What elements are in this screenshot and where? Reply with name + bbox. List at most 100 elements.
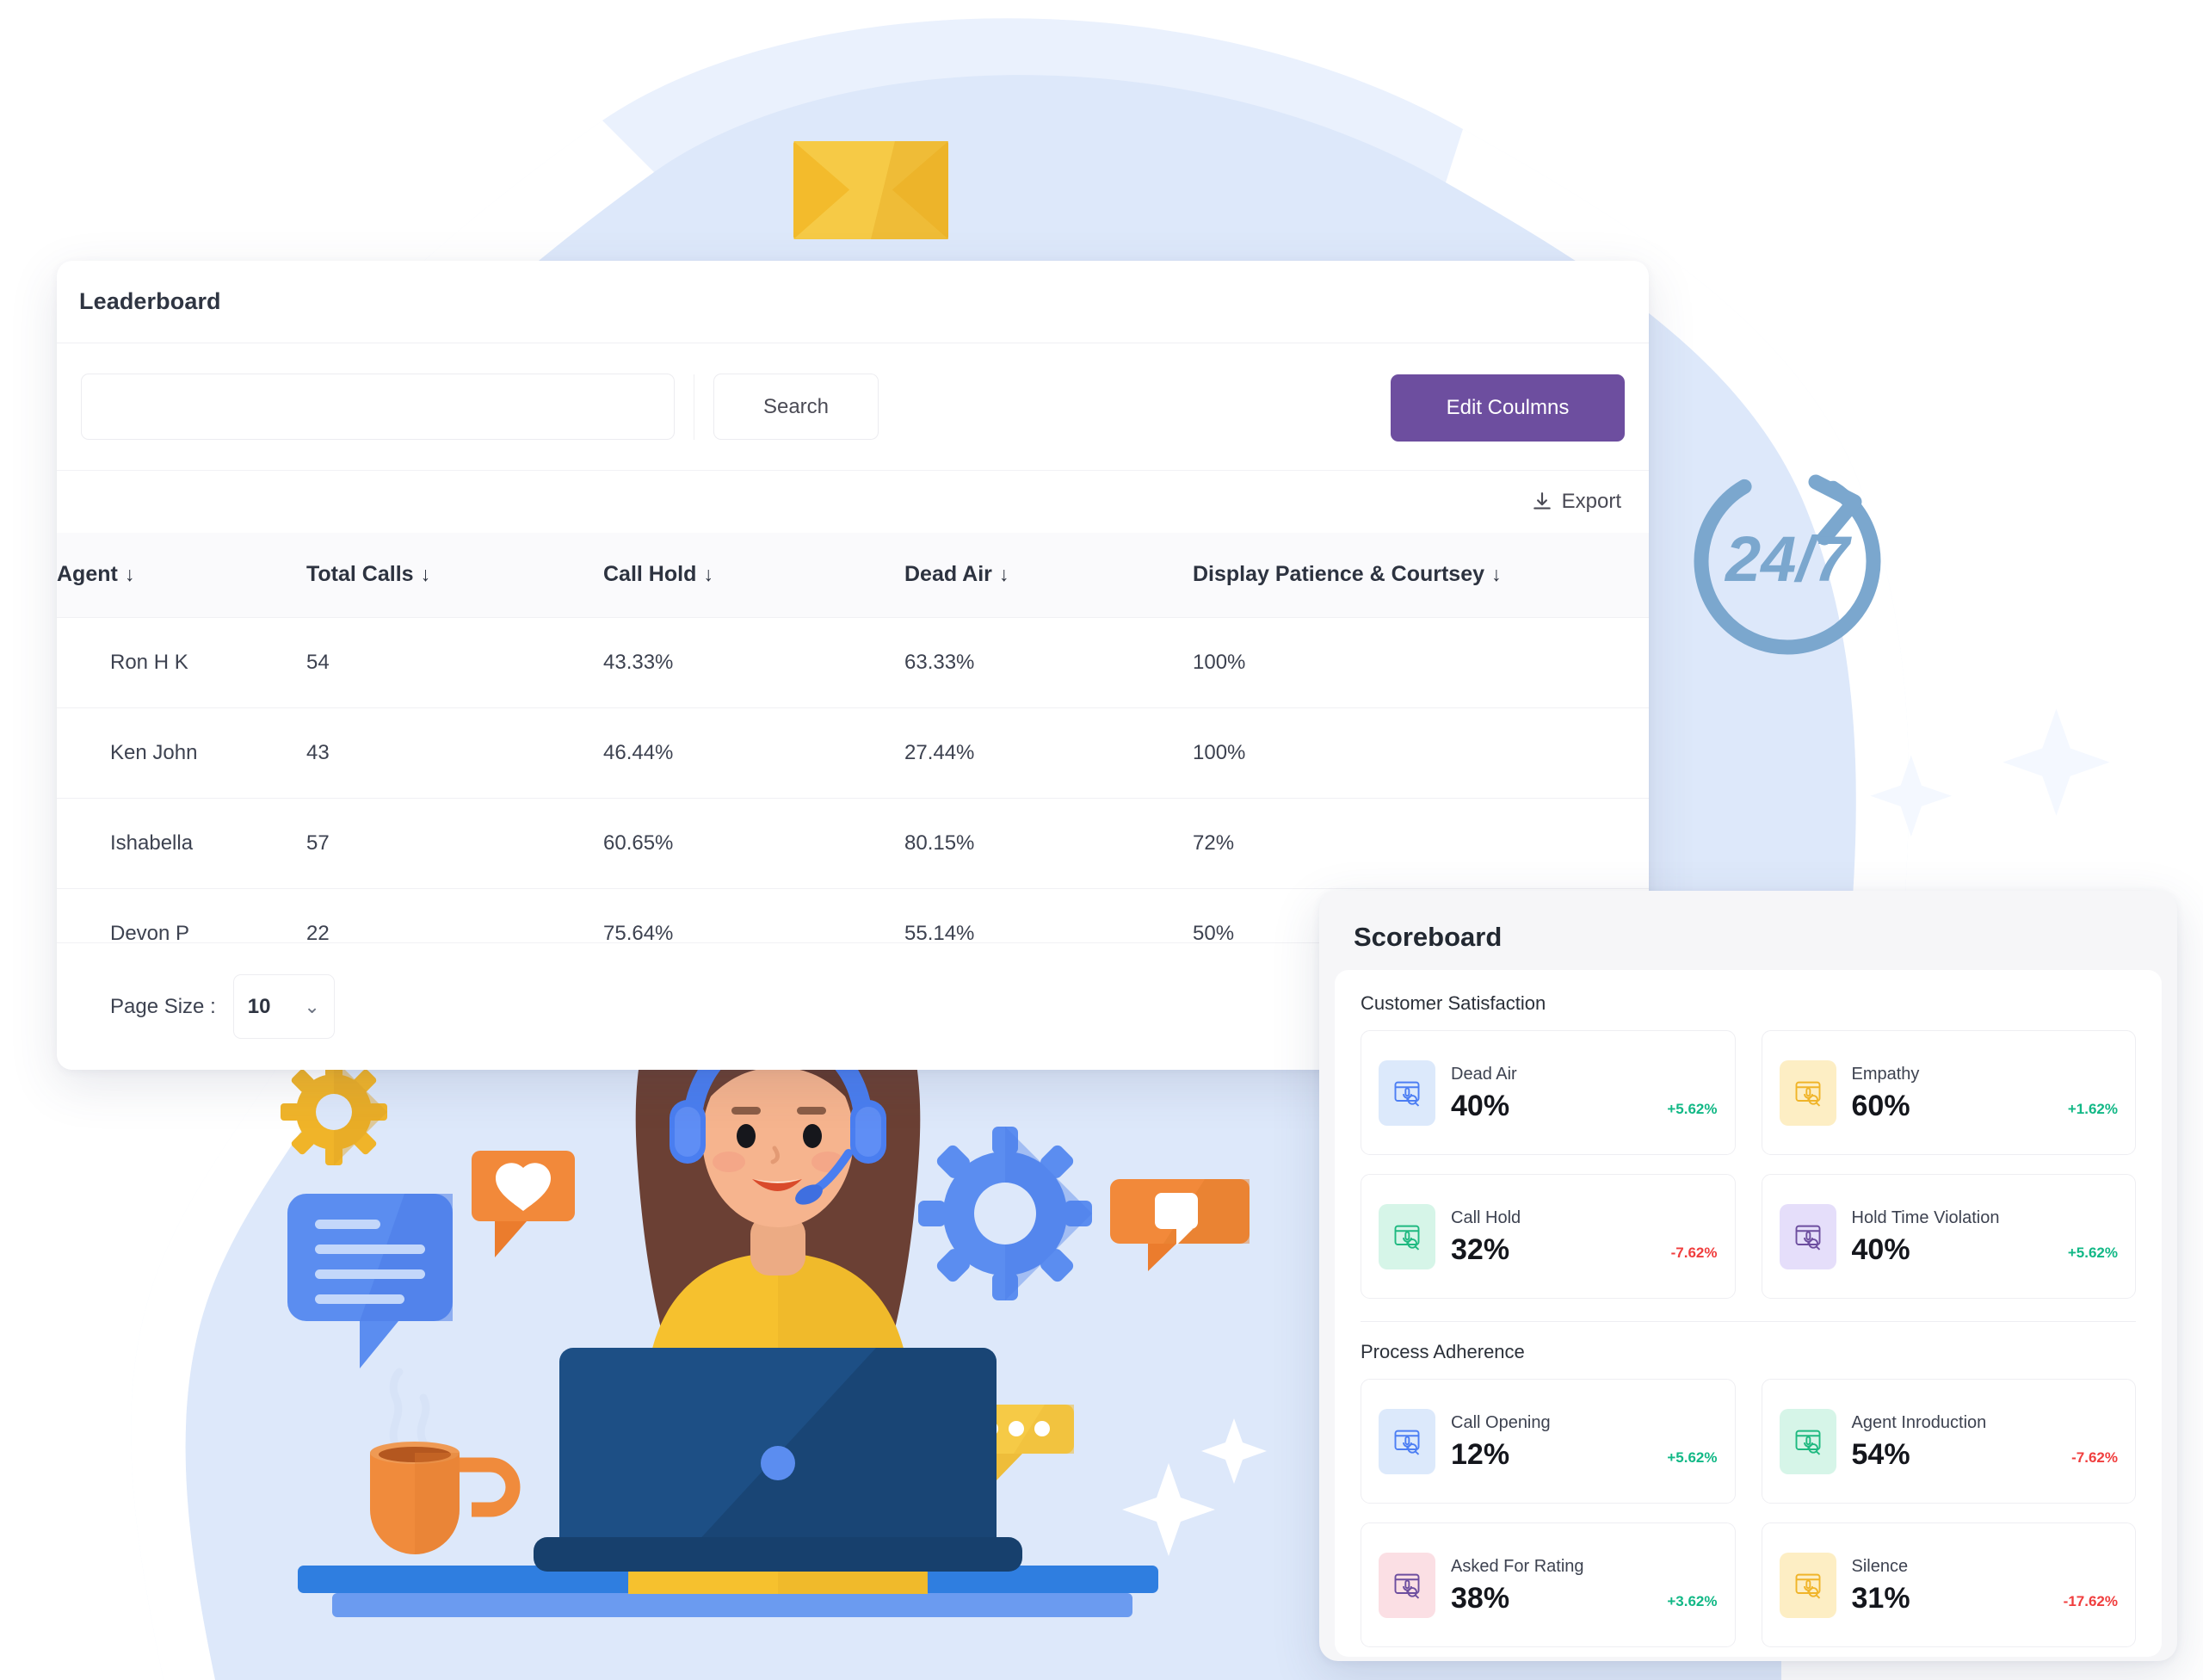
column-header-display-patience[interactable]: Display Patience & Courtsey ↓ [1193,533,1649,617]
metric-icon-badge [1379,1203,1435,1269]
metric-card[interactable]: Hold Time Violation 40% +5.62% [1761,1174,2136,1299]
metric-card[interactable]: Empathy 60% +1.62% [1761,1030,2136,1155]
metric-label: Agent Inroduction [1851,1413,1987,1432]
cell-call-hold: 43.33% [603,616,904,707]
cell-call-hold: 46.44% [603,707,904,798]
export-row: Export [57,471,1649,533]
metric-icon-badge [1779,1552,1836,1618]
metric-value: 38% [1451,1582,1510,1615]
cell-total-calls: 57 [306,797,603,888]
metric-card[interactable]: Agent Inroduction 54% -7.62% [1761,1379,2136,1504]
metric-row: 54% -7.62% [1852,1440,2119,1469]
voice-analysis-icon [1795,1225,1820,1251]
voice-analysis-icon [1795,1573,1820,1599]
column-label: Dead Air [904,562,992,587]
section-label-customer-satisfaction: Customer Satisfaction [1361,992,1546,1014]
voice-analysis-icon [1394,1081,1420,1107]
metric-icon-badge [1779,1059,1836,1126]
metric-delta: +3.62% [1667,1593,1718,1609]
cell-display-patience: 100% [1193,707,1649,798]
metric-card-content: Call Opening 12% +5.62% [1451,1413,1718,1469]
metric-card-content: Empathy 60% +1.62% [1852,1065,2119,1121]
voice-analysis-icon [1394,1430,1420,1455]
metric-card-content: Hold Time Violation 40% +5.62% [1852,1208,2119,1264]
column-label: Agent [57,562,118,587]
cell-total-calls: 43 [306,707,603,798]
cell-dead-air: 63.33% [904,616,1193,707]
metric-label: Call Hold [1451,1208,1521,1227]
chevron-down-icon: ⌄ [304,995,320,1017]
metric-delta: +1.62% [2067,1101,2118,1117]
metric-delta: -7.62% [1670,1245,1718,1261]
search-button[interactable]: Search [713,374,879,440]
cell-dead-air: 80.15% [904,797,1193,888]
metric-row: 40% +5.62% [1852,1235,2119,1264]
column-header-call-hold[interactable]: Call Hold ↓ [603,533,904,617]
metric-row: 40% +5.62% [1451,1091,1718,1121]
metric-icon-badge [1379,1059,1435,1126]
leaderboard-toolbar: Search Edit Coulmns [57,343,1649,471]
edit-columns-button[interactable]: Edit Coulmns [1391,374,1625,442]
metric-row: 38% +3.62% [1451,1584,1718,1613]
sort-arrow-icon[interactable]: ↓ [421,563,431,585]
page-size-value: 10 [247,994,271,1018]
download-icon [1533,492,1551,510]
metric-label: Silence [1851,1557,1909,1576]
cell-display-patience: 100% [1193,616,1649,707]
metric-label: Call Opening [1451,1413,1551,1432]
metric-icon-badge [1779,1408,1836,1474]
voice-analysis-icon [1795,1081,1820,1107]
column-header-dead-air[interactable]: Dead Air ↓ [904,533,1193,617]
metric-card[interactable]: Call Opening 12% +5.62% [1361,1379,1736,1504]
metric-label: Empathy [1851,1065,1920,1084]
section-divider [1361,1321,2136,1322]
metric-value: 12% [1451,1438,1510,1471]
page-size-select[interactable]: 10 ⌄ [232,974,335,1039]
metric-icon-badge [1779,1203,1836,1269]
gear-yellow-icon [281,1059,387,1165]
metric-card-content: Silence 31% -17.62% [1852,1557,2119,1613]
metric-card-content: Agent Inroduction 54% -7.62% [1852,1413,2119,1469]
table-row[interactable]: Ron H K 54 43.33% 63.33% 100% [57,616,1649,707]
metric-value: 40% [1851,1233,1910,1266]
svg-text:24/7: 24/7 [1724,523,1853,595]
metric-delta: -17.62% [2063,1593,2118,1609]
cell-display-patience: 72% [1193,797,1649,888]
voice-analysis-icon [1394,1573,1420,1599]
sort-arrow-icon[interactable]: ↓ [703,563,713,585]
export-button[interactable]: Export [1531,490,1621,514]
scoreboard-body: Customer Satisfaction Dead Air 40% +5.62… [1335,970,2162,1657]
gear-blue-icon [918,1127,1092,1300]
sort-arrow-icon[interactable]: ↓ [999,563,1009,585]
envelope-icon [793,141,948,239]
metric-row: 31% -17.62% [1852,1584,2119,1613]
page-title: Leaderboard [79,288,221,314]
metric-card[interactable]: Asked For Rating 38% +3.62% [1361,1522,1736,1647]
metric-row: 12% +5.62% [1451,1440,1718,1469]
metric-delta: +5.62% [1667,1449,1718,1466]
column-header-agent[interactable]: Agent ↓ [57,533,306,617]
column-header-total-calls[interactable]: Total Calls ↓ [306,533,603,617]
table-row[interactable]: Ken John 43 46.44% 27.44% 100% [57,707,1649,798]
cell-agent: Ken John [57,707,306,798]
search-input[interactable] [81,374,675,440]
table-row[interactable]: Ishabella 57 60.65% 80.15% 72% [57,797,1649,888]
scoreboard-title: Scoreboard [1354,922,1503,952]
sort-arrow-icon[interactable]: ↓ [1491,563,1502,585]
sort-arrow-icon[interactable]: ↓ [125,563,135,585]
scoreboard-panel: Scoreboard Customer Satisfaction Dead Ai… [1319,891,2177,1661]
metric-card[interactable]: Dead Air 40% +5.62% [1361,1030,1736,1155]
cell-total-calls: 54 [306,616,603,707]
screenshot-root: 24/7 Leaderboard Search Edit Coulmns Exp… [0,0,2203,1680]
metric-card[interactable]: Call Hold 32% -7.62% [1361,1174,1736,1299]
metric-card-content: Call Hold 32% -7.62% [1451,1208,1718,1264]
metric-card[interactable]: Silence 31% -17.62% [1761,1522,2136,1647]
metric-value: 32% [1451,1233,1510,1266]
voice-analysis-icon [1394,1225,1420,1251]
table-header-row: Agent ↓ Total Calls ↓ Call Hold ↓ Dead Air ↓… [57,533,1649,617]
metric-label: Hold Time Violation [1851,1208,2000,1227]
export-label: Export [1561,490,1621,513]
metric-value: 60% [1851,1090,1910,1122]
metric-grid-customer-satisfaction: Dead Air 40% +5.62% Empathy 60% +1.62% C… [1361,1030,2136,1299]
column-label: Display Patience & Courtsey [1193,562,1485,587]
